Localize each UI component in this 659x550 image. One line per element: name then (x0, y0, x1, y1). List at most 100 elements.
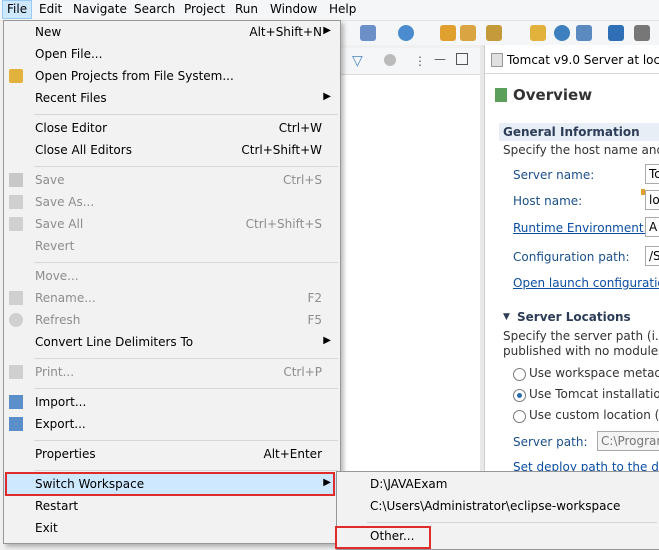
move-label: Move... (35, 269, 79, 283)
submenu-arrow-icon: ▶ (323, 91, 331, 102)
save-all-shortcut: Ctrl+Shift+S (245, 217, 322, 231)
collapse-icon[interactable]: ▼ (503, 312, 510, 322)
menu-project[interactable]: Project (180, 1, 229, 18)
menu-separator (34, 166, 338, 167)
menu-file[interactable]: File (2, 0, 33, 19)
runtime-environment-link[interactable]: Runtime Environment: (513, 221, 648, 235)
open-projects-label: Open Projects from File System... (35, 69, 234, 83)
runtime-environment-select[interactable]: A (645, 217, 659, 237)
menu-item-rename[interactable]: Rename... F2 (4, 288, 340, 310)
menu-item-import[interactable]: Import... (4, 392, 340, 414)
server-editor: Tomcat v9.0 Server at localh Overview Ge… (484, 45, 659, 475)
general-information-heading: General Information (499, 123, 659, 141)
menu-item-recent-files[interactable]: Recent Files ▶ (4, 88, 340, 110)
menu-item-properties[interactable]: Properties Alt+Enter (4, 444, 340, 466)
workspace-item-1[interactable]: D:\JAVAExam (337, 474, 659, 496)
configuration-path-field[interactable]: /S (645, 246, 659, 266)
tomcat-installation-option: Use Tomcat installation ( (529, 387, 659, 401)
menu-item-refresh[interactable]: Refresh F5 (4, 310, 340, 332)
refresh-label: Refresh (35, 313, 81, 327)
open-folder-icon[interactable] (440, 25, 456, 41)
maximize-icon[interactable] (456, 53, 468, 65)
open-file-label: Open File... (35, 47, 103, 61)
filter-icon[interactable]: ▽ (352, 53, 363, 69)
menu-window[interactable]: Window (266, 1, 321, 18)
new-server-icon[interactable] (360, 25, 376, 41)
menu-item-new[interactable]: New Alt+Shift+N ▶ (4, 22, 340, 44)
menu-item-export[interactable]: Export... (4, 414, 340, 436)
server-locations-heading: Server Locations (517, 310, 631, 324)
menu-item-save-all[interactable]: Save All Ctrl+Shift+S (4, 214, 340, 236)
globe-icon[interactable] (554, 25, 570, 41)
menu-bar: File Edit Navigate Search Project Run Wi… (0, 0, 659, 21)
server-name-label: Server name: (513, 168, 595, 182)
menu-separator (34, 114, 338, 115)
menu-item-open-file[interactable]: Open File... (4, 44, 340, 66)
close-all-shortcut: Ctrl+Shift+W (241, 143, 322, 157)
open-launch-configuration-link[interactable]: Open launch configuration (513, 276, 659, 290)
menu-navigate[interactable]: Navigate (69, 1, 131, 18)
submenu-arrow-icon: ▶ (323, 25, 331, 36)
workspace-metadata-option: Use workspace metadata (529, 366, 659, 380)
workspace-metadata-radio[interactable] (513, 368, 526, 381)
custom-location-radio[interactable] (513, 410, 526, 423)
menu-separator (34, 358, 338, 359)
menu-item-revert[interactable]: Revert (4, 236, 340, 258)
file-menu: New Alt+Shift+N ▶ Open File... Open Proj… (3, 20, 341, 544)
editor-tab[interactable]: Tomcat v9.0 Server at localh (485, 45, 659, 74)
tomcat-installation-radio[interactable] (513, 389, 526, 402)
workspace-item-2[interactable]: C:\Users\Administrator\eclipse-workspace (337, 496, 659, 518)
save-as-icon (9, 195, 23, 209)
host-name-label: Host name: (513, 194, 583, 208)
menu-item-save[interactable]: Save Ctrl+S (4, 170, 340, 192)
configuration-path-label: Configuration path: (513, 250, 630, 264)
search-icon[interactable] (486, 25, 502, 41)
menu-search[interactable]: Search (130, 1, 179, 18)
menu-help[interactable]: Help (325, 1, 360, 18)
console-icon[interactable] (608, 25, 624, 41)
menu-item-close-all-editors[interactable]: Close All Editors Ctrl+Shift+W (4, 140, 340, 162)
menu-separator (34, 262, 338, 263)
new-label: New (35, 25, 62, 39)
pin-icon[interactable] (634, 25, 650, 41)
menu-separator (34, 388, 338, 389)
new-shortcut: Alt+Shift+N (249, 25, 322, 39)
menu-item-close-editor[interactable]: Close Editor Ctrl+W (4, 118, 340, 140)
menu-run[interactable]: Run (231, 1, 262, 18)
revert-label: Revert (35, 239, 75, 253)
menu-item-convert-line-delimiters[interactable]: Convert Line Delimiters To ▶ (4, 332, 340, 354)
menu-item-open-projects[interactable]: Open Projects from File System... (4, 66, 340, 88)
folder-icon (9, 69, 23, 83)
refresh-icon (9, 313, 23, 327)
open-type-icon[interactable] (460, 25, 476, 41)
folder-icon[interactable] (530, 25, 546, 41)
server-path-field[interactable]: C:\Program (597, 431, 659, 451)
properties-label: Properties (35, 447, 96, 461)
main-toolbar (338, 21, 659, 45)
save-as-label: Save As... (35, 195, 95, 209)
locations-description-1: Specify the server path (i.e. c (503, 329, 659, 343)
project-explorer-body (338, 75, 480, 475)
save-icon (9, 173, 23, 187)
export-icon (9, 417, 23, 431)
general-description: Specify the host name and o (503, 143, 659, 157)
save-label: Save (35, 173, 65, 187)
menu-item-restart[interactable]: Restart (4, 496, 340, 518)
rename-label: Rename... (35, 291, 96, 305)
menu-edit[interactable]: Edit (35, 1, 66, 18)
overflow-icon[interactable]: ⋮ (414, 54, 426, 68)
menu-item-save-as[interactable]: Save As... (4, 192, 340, 214)
exit-label: Exit (35, 521, 58, 535)
sync-icon[interactable] (384, 54, 396, 66)
edit-icon[interactable] (576, 25, 592, 41)
page-title: Overview (513, 86, 593, 104)
save-all-label: Save All (35, 217, 84, 231)
menu-separator (34, 470, 338, 471)
menu-item-exit[interactable]: Exit (4, 518, 340, 540)
minimize-icon[interactable]: — (434, 52, 446, 66)
run-config-icon[interactable] (398, 25, 414, 41)
server-name-field[interactable]: To (645, 164, 659, 184)
host-name-field[interactable]: lo (645, 190, 659, 210)
menu-item-print[interactable]: Print... Ctrl+P (4, 362, 340, 384)
menu-item-move[interactable]: Move... (4, 266, 340, 288)
